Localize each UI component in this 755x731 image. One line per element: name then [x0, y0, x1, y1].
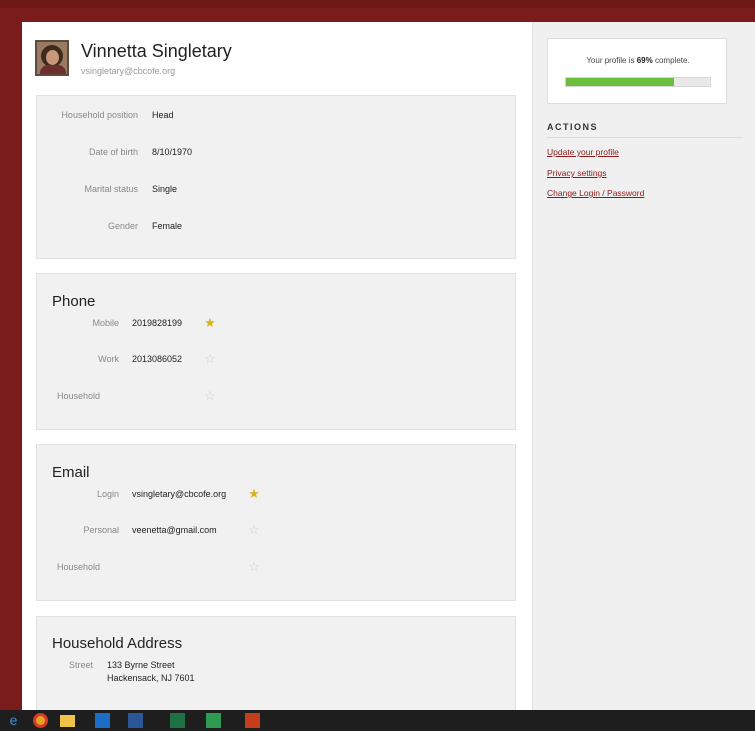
email-personal-value: veenetta@gmail.com: [132, 525, 217, 535]
profile-header: Vinnetta Singletary vsingletary@cbcofe.o…: [35, 40, 515, 82]
star-outline-icon[interactable]: ☆: [247, 560, 261, 574]
outlook-icon[interactable]: [95, 713, 110, 728]
main-content: Vinnetta Singletary vsingletary@cbcofe.o…: [22, 22, 532, 710]
progress-text: Your profile is 69% complete.: [586, 56, 690, 65]
marital-status-value: Single: [152, 184, 178, 194]
update-profile-link[interactable]: Update your profile: [547, 147, 619, 157]
excel-icon[interactable]: [170, 713, 185, 728]
email-login-label: Login: [96, 489, 119, 499]
household-position-label: Household position: [61, 110, 138, 120]
actions-divider: [547, 137, 743, 138]
email-panel: Email Login vsingletary@cbcofe.org ★ Per…: [36, 444, 516, 601]
gender-value: Female: [152, 221, 183, 231]
actions-heading: ACTIONS: [547, 122, 598, 132]
primary-star-icon[interactable]: ★: [247, 487, 261, 501]
file-explorer-icon[interactable]: [60, 715, 75, 727]
privacy-settings-link[interactable]: Privacy settings: [547, 168, 607, 178]
star-outline-icon[interactable]: ☆: [247, 523, 261, 537]
primary-star-icon[interactable]: ★: [203, 316, 217, 330]
phone-title: Phone: [52, 293, 96, 310]
address-panel: Household Address Street 133 Byrne Stree…: [36, 616, 516, 710]
progress-percent: 69%: [636, 56, 653, 65]
street-label: Street: [68, 660, 93, 670]
phone-household-label: Household: [57, 391, 101, 401]
windows-taskbar: e: [0, 710, 755, 731]
profile-name: Vinnetta Singletary: [81, 41, 232, 61]
gender-label: Gender: [107, 221, 138, 231]
phone-mobile-label: Mobile: [92, 318, 119, 328]
phone-mobile-value: 2019828199: [132, 318, 183, 328]
email-personal-label: Personal: [83, 525, 119, 535]
email-title: Email: [52, 464, 90, 481]
change-login-link[interactable]: Change Login / Password: [547, 188, 644, 198]
household-position-value: Head: [152, 110, 174, 120]
marital-status-label: Marital status: [84, 184, 138, 194]
street-line-1: 133 Byrne Street: [107, 660, 175, 670]
star-outline-icon[interactable]: ☆: [203, 389, 217, 403]
email-login-value: vsingletary@cbcofe.org: [132, 489, 227, 499]
email-household-label: Household: [57, 562, 101, 572]
avatar: [35, 40, 69, 76]
phone-work-label: Work: [98, 354, 119, 364]
chrome-browser-icon[interactable]: [33, 713, 48, 728]
top-bar: [0, 0, 755, 8]
street-line-2: Hackensack, NJ 7601: [107, 673, 195, 683]
project-icon[interactable]: [206, 713, 221, 728]
progress-bar-fill: [566, 78, 674, 86]
sidebar: Your profile is 69% complete. ACTIONS Up…: [532, 22, 755, 710]
powerpoint-icon[interactable]: [245, 713, 260, 728]
star-outline-icon[interactable]: ☆: [203, 352, 217, 366]
address-title: Household Address: [52, 635, 183, 652]
phone-work-value: 2013086052: [132, 354, 183, 364]
progress-bar: [565, 77, 711, 87]
edge-browser-icon[interactable]: e: [6, 713, 21, 728]
profile-progress-card: Your profile is 69% complete.: [547, 38, 727, 104]
word-icon[interactable]: [128, 713, 143, 728]
details-panel: Household position Head Date of birth 8/…: [36, 95, 516, 259]
dob-label: Date of birth: [88, 147, 138, 157]
profile-email: vsingletary@cbcofe.org: [81, 66, 176, 76]
profile-page: Vinnetta Singletary vsingletary@cbcofe.o…: [22, 22, 755, 710]
dob-value: 8/10/1970: [152, 147, 193, 157]
phone-panel: Phone Mobile 2019828199 ★ Work 201308605…: [36, 273, 516, 430]
